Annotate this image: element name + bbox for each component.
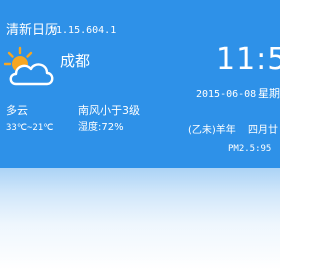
wind-info: 南风小于3级 xyxy=(78,104,140,117)
weather-panel: 清新日历 V1.15.604.1 成都 11:55 2015-06-08 星期一… xyxy=(0,0,280,168)
humidity: 湿度:72% xyxy=(78,122,124,133)
lunar-date: 四月廿 xyxy=(248,125,278,136)
pm25-reading: PM2.5:95 xyxy=(228,144,272,154)
clock-time: 11:55 xyxy=(216,42,280,77)
calendar-widget: 清新日历 V1.15.604.1 成都 11:55 2015-06-08 星期一… xyxy=(0,0,280,270)
current-date: 2015-06-08 xyxy=(196,89,257,100)
partly-cloudy-icon xyxy=(4,46,54,86)
city-name: 成都 xyxy=(60,52,91,70)
app-version: V1.15.604.1 xyxy=(50,25,117,36)
weather-condition: 多云 xyxy=(6,104,28,117)
weekday: 星期一 xyxy=(258,87,280,100)
lunar-year: (乙未)羊年 xyxy=(188,125,236,136)
panel-reflection xyxy=(0,168,280,270)
temperature-range: 33℃~21℃ xyxy=(6,123,54,133)
